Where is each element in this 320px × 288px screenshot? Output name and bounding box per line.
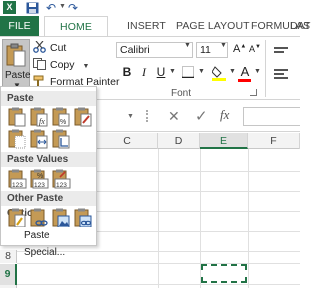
align-line <box>274 51 284 53</box>
fill-color-bar <box>212 78 226 81</box>
scissors-icon <box>33 41 46 53</box>
underline-button[interactable]: U <box>154 65 168 79</box>
picture-icon[interactable] <box>51 208 71 228</box>
save-icon[interactable] <box>26 2 39 14</box>
tab-page-layout[interactable]: PAGE LAYOUT <box>176 16 250 36</box>
align-left-icon[interactable] <box>274 69 288 71</box>
excel-app-icon: X <box>3 1 16 14</box>
font-size-dropdown-icon[interactable]: ▼ <box>220 42 227 49</box>
values-text: 123 <box>34 182 45 189</box>
formatting-icon[interactable] <box>7 208 27 228</box>
font-group-label: Font <box>171 88 192 99</box>
values-number-formatting-icon[interactable]: % 123 <box>29 169 49 189</box>
grow-font-icon[interactable]: A▲ <box>233 43 246 55</box>
font-family-select[interactable]: Calibri <box>116 42 193 58</box>
column-line <box>158 149 159 288</box>
paste-section-header: Paste <box>1 91 96 106</box>
font-color-bar <box>238 79 251 82</box>
ribbon-tab-bar: FILE HOME INSERT PAGE LAYOUT FORMULAS DA… <box>0 16 310 37</box>
cut-label: Cut <box>50 42 67 54</box>
column-header-d[interactable]: D <box>158 133 200 149</box>
cancel-icon[interactable]: ✕ <box>168 108 180 125</box>
row-header-9[interactable]: 9 <box>0 264 17 285</box>
paste-special-menu-item[interactable]: Paste Special... <box>5 227 93 258</box>
column-header-f[interactable]: F <box>248 133 300 149</box>
underline-dropdown-icon[interactable]: ▼ <box>169 68 176 75</box>
keep-column-widths-icon[interactable] <box>29 129 49 149</box>
bold-button[interactable]: B <box>120 65 134 79</box>
paste-icon[interactable] <box>7 107 27 127</box>
borders-dropdown-icon[interactable]: ▼ <box>198 68 205 75</box>
copy-button[interactable]: Copy ▼ <box>33 57 89 73</box>
no-borders-icon[interactable] <box>7 129 27 149</box>
paste-values-section-header: Paste Values <box>1 152 96 167</box>
column-line <box>248 149 249 288</box>
paste-values-icon[interactable]: 123 <box>7 169 27 189</box>
svg-text:%: % <box>60 119 66 126</box>
fill-color-icon[interactable] <box>212 65 226 81</box>
column-header-e[interactable]: E <box>200 133 248 149</box>
transpose-icon[interactable] <box>51 129 71 149</box>
keep-source-formatting-icon[interactable] <box>73 107 93 127</box>
name-box-dropdown-icon[interactable]: ▼ <box>127 113 134 120</box>
row-header-8[interactable]: 8 <box>0 250 17 263</box>
tab-home[interactable]: HOME <box>44 16 108 37</box>
title-bar: X ↶ ▼ ↷ <box>0 0 300 16</box>
formula-bar-resize-handle[interactable] <box>146 110 148 122</box>
paste-formulas-icon[interactable]: fx <box>29 107 49 127</box>
tab-insert[interactable]: INSERT <box>127 16 166 36</box>
undo-dropdown-icon[interactable]: ▼ <box>59 3 66 10</box>
paste-options-menu: Paste fx % Paste Values 123 % 123 123 Ot… <box>0 86 97 258</box>
other-paste-options-header: Other Paste Options <box>1 191 96 219</box>
font-color-button[interactable]: A <box>238 65 252 79</box>
copy-marquee[interactable] <box>201 264 247 283</box>
cut-button[interactable]: Cut <box>33 40 66 56</box>
svg-text:fx: fx <box>39 117 45 126</box>
ribbon-separator <box>265 40 266 97</box>
paste-label: Paste <box>5 70 31 81</box>
shrink-font-icon[interactable]: A▼ <box>249 44 261 54</box>
paste-formulas-number-format-icon[interactable]: % <box>51 107 71 127</box>
tab-file[interactable]: FILE <box>0 16 39 36</box>
copy-dropdown-icon[interactable]: ▼ <box>82 63 89 70</box>
paste-button[interactable]: Paste ▼ <box>2 39 31 91</box>
paste-link-icon[interactable] <box>29 208 49 228</box>
tab-data[interactable]: DAT <box>290 16 311 36</box>
values-text: 123 <box>56 182 67 189</box>
linked-picture-icon[interactable] <box>73 208 93 228</box>
font-color-dropdown-icon[interactable]: ▼ <box>254 68 261 75</box>
font-family-dropdown-icon[interactable]: ▼ <box>184 42 191 49</box>
fill-color-dropdown-icon[interactable]: ▼ <box>229 68 236 75</box>
italic-button[interactable]: I <box>137 65 151 79</box>
align-line <box>274 73 284 75</box>
redo-icon[interactable]: ↷ <box>68 2 81 14</box>
copy-icon <box>33 58 46 70</box>
undo-icon[interactable]: ↶ <box>46 2 59 14</box>
dialog-launcher-icon[interactable] <box>250 89 257 96</box>
copy-label: Copy <box>50 59 75 71</box>
values-source-formatting-icon[interactable]: 123 <box>51 169 71 189</box>
column-header-c[interactable]: C <box>97 133 158 149</box>
align-line <box>274 77 288 79</box>
align-top-icon[interactable] <box>274 47 288 49</box>
formula-input[interactable] <box>243 107 300 126</box>
enter-icon[interactable]: ✓ <box>195 107 208 125</box>
borders-icon[interactable] <box>182 66 194 78</box>
values-text: 123 <box>12 182 23 189</box>
insert-function-button[interactable]: fx <box>220 107 229 123</box>
clipboard-icon <box>6 43 26 67</box>
